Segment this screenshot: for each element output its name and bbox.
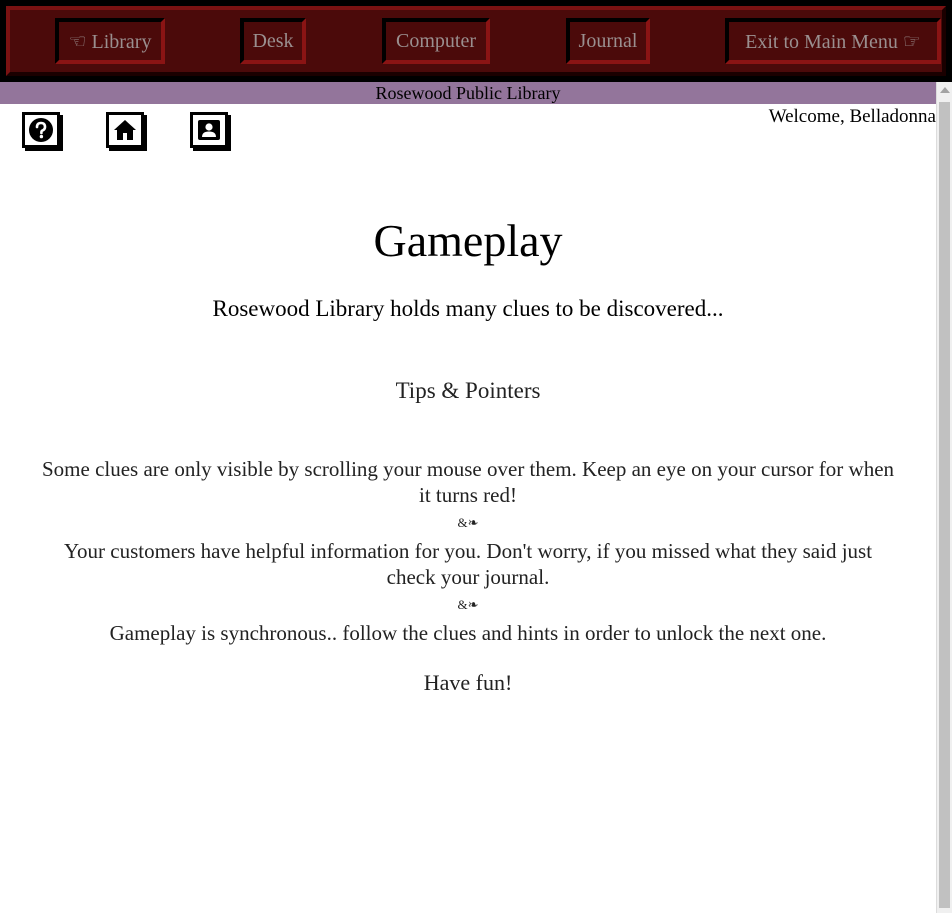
page-title: Gameplay	[373, 215, 563, 266]
library-banner: Rosewood Public Library	[0, 82, 936, 104]
tip-item: Some clues are only visible by scrolling…	[41, 457, 895, 507]
welcome-message: Welcome, Belladonna	[768, 106, 936, 127]
tip-item: Your customers have helpful information …	[63, 539, 873, 589]
page-subtitle: Rosewood Library holds many clues to be …	[212, 296, 724, 321]
scroll-up-arrow-icon[interactable]	[940, 87, 950, 93]
contact-card-icon	[198, 120, 220, 140]
main-content: Welcome, Belladonna Gameplay Rosewood Li…	[0, 104, 936, 913]
contact-button[interactable]	[190, 112, 228, 148]
tip-separator: &❧	[457, 597, 479, 612]
tip-separator: &❧	[457, 515, 479, 530]
nav-panel: ☜ Library Desk Computer Journal Exit to …	[6, 6, 946, 76]
tips-list: Some clues are only visible by scrolling…	[40, 456, 896, 646]
help-icon	[29, 118, 53, 142]
nav-computer-button[interactable]: Computer	[382, 18, 490, 64]
tip-item: Gameplay is synchronous.. follow the clu…	[109, 621, 827, 645]
help-button[interactable]	[22, 112, 60, 148]
vertical-scrollbar[interactable]	[936, 82, 952, 913]
nav-journal-button[interactable]: Journal	[566, 18, 650, 64]
tips-heading: Tips & Pointers	[395, 378, 541, 403]
nav-library-button[interactable]: ☜ Library	[55, 18, 165, 64]
top-navigation: ☜ Library Desk Computer Journal Exit to …	[0, 0, 952, 82]
home-button[interactable]	[106, 112, 144, 148]
nav-exit-main-menu-button[interactable]: Exit to Main Menu ☞	[725, 18, 941, 64]
home-icon	[114, 120, 136, 140]
closing-message: Have fun!	[423, 670, 513, 695]
scrollbar-thumb[interactable]	[939, 102, 950, 908]
nav-desk-button[interactable]: Desk	[240, 18, 306, 64]
